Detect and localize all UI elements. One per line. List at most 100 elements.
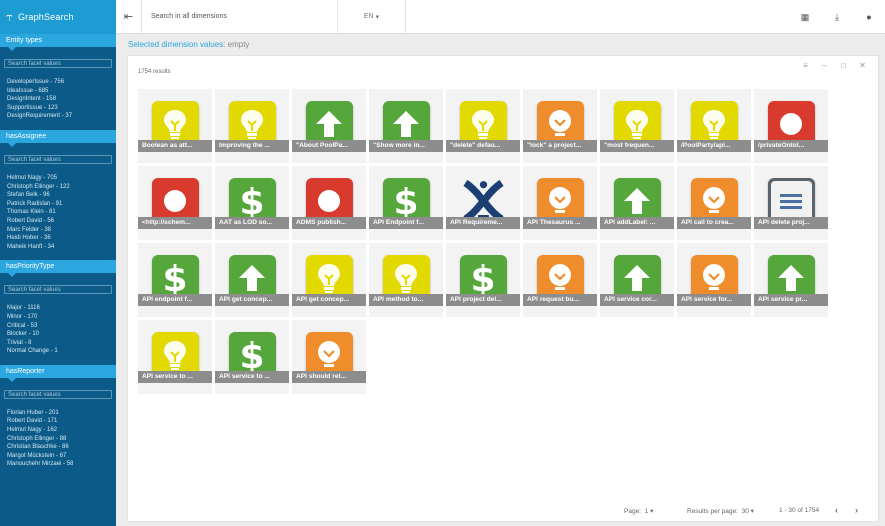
result-item[interactable]: <http://schem... xyxy=(138,166,212,240)
toolbar-icons: ▦ ⤓ ● xyxy=(789,0,885,34)
result-item-label: API get concep... xyxy=(215,294,289,306)
result-item-label: Improving the ... xyxy=(215,140,289,152)
facet-value[interactable]: Christoph Ellinger - 88 xyxy=(7,435,116,444)
result-item-label: <http://schem... xyxy=(138,217,212,229)
panel-controls: ≡ – □ ✕ xyxy=(796,61,872,70)
result-item[interactable]: API get concep... xyxy=(215,243,289,317)
result-item[interactable]: "delete" defau... xyxy=(446,89,520,163)
result-item[interactable]: Boolean as att... xyxy=(138,89,212,163)
facet-header[interactable]: hasPriorityType xyxy=(0,260,116,278)
result-item[interactable]: API service pr... xyxy=(754,243,828,317)
result-item[interactable]: /PoolParty/api... xyxy=(677,89,751,163)
result-item[interactable]: API request bu... xyxy=(523,243,597,317)
chevron-down-icon: ▾ xyxy=(650,508,654,515)
facet-value[interactable]: Florian Huber - 201 xyxy=(7,409,116,418)
facet-value[interactable]: Maheik Hanft - 34 xyxy=(7,243,116,252)
page-label: Page: xyxy=(624,508,641,515)
facet-value[interactable]: Margot Mückstein - 67 xyxy=(7,452,116,461)
facet-value[interactable]: Major - 1116 xyxy=(7,304,116,313)
app-brand[interactable]: ⥾ GraphSearch xyxy=(0,0,116,34)
chevron-down-icon: ▾ xyxy=(375,13,380,21)
result-item[interactable]: $ API endpoint f... xyxy=(138,243,212,317)
facet-value[interactable]: Christian Blaschke - 86 xyxy=(7,443,116,452)
result-item[interactable]: "lock" a project... xyxy=(523,89,597,163)
result-item[interactable]: "Show more in... xyxy=(369,89,443,163)
sidebar-toggle-button[interactable]: ⇤ xyxy=(116,0,142,34)
facet-values: Major - 1116 Minor - 170 Critical - 53 Bloc… xyxy=(0,304,116,356)
result-item[interactable]: API addLabel: ... xyxy=(600,166,674,240)
result-item-label: API service cor... xyxy=(600,294,674,306)
result-item-label: API service to ... xyxy=(215,371,289,383)
result-item[interactable]: Improving the ... xyxy=(215,89,289,163)
top-bar: ⇤ Search in all dimensions EN ▾ ▦ ⤓ ● xyxy=(116,0,885,34)
facet-search-input[interactable]: Search facet values xyxy=(4,285,112,295)
facet-value[interactable]: DeveloperIssue - 756 xyxy=(7,78,116,87)
result-item[interactable]: /privateOntol... xyxy=(754,89,828,163)
result-item[interactable]: API Thesaurus ... xyxy=(523,166,597,240)
facet-search-input[interactable]: Search facet values xyxy=(4,154,112,164)
user-icon[interactable]: ● xyxy=(853,12,885,22)
facet-value[interactable]: Helmut Nagy - 162 xyxy=(7,426,116,435)
results-per-page-select[interactable]: Results per page: 30 ▾ xyxy=(687,507,754,515)
result-item-label: API Endpoint f... xyxy=(369,217,443,229)
facet-value[interactable]: Blocker - 10 xyxy=(7,330,116,339)
download-icon[interactable]: ⤓ xyxy=(821,12,853,23)
menu-icon[interactable]: ≡ xyxy=(796,61,815,70)
language-select[interactable]: EN ▾ xyxy=(338,0,406,34)
close-icon[interactable]: ✕ xyxy=(853,61,872,70)
facet-value[interactable]: Stefan Belk - 96 xyxy=(7,191,116,200)
chevron-down-icon: ▾ xyxy=(750,508,754,515)
grid-view-icon[interactable]: ▦ xyxy=(789,12,821,23)
maximize-icon[interactable]: □ xyxy=(834,61,853,70)
prev-page-button[interactable]: ‹ xyxy=(835,505,838,515)
result-item[interactable]: $ API service to ... xyxy=(215,320,289,394)
result-item[interactable]: $ AAT as LOD so... xyxy=(215,166,289,240)
facet-value[interactable]: Helmut Nagy - 705 xyxy=(7,174,116,183)
minimize-icon[interactable]: – xyxy=(815,61,834,70)
facet-value[interactable]: Patrick Radislan - 91 xyxy=(7,200,116,209)
facet-value[interactable]: Robert David - 171 xyxy=(7,417,116,426)
facet-value[interactable]: DesignRequirement - 37 xyxy=(7,112,116,121)
result-item[interactable]: API service cor... xyxy=(600,243,674,317)
page-select[interactable]: Page: 1 ▾ xyxy=(624,507,653,515)
facet-value[interactable]: Critical - 53 xyxy=(7,322,116,331)
facet-search-input[interactable]: Search facet values xyxy=(4,59,112,68)
search-input[interactable]: Search in all dimensions xyxy=(142,0,338,34)
result-item[interactable]: API get concep... xyxy=(292,243,366,317)
sidebar: ⥾ GraphSearch Entity types Search facet v… xyxy=(0,0,116,526)
facet-value[interactable]: Normal Change - 1 xyxy=(7,347,116,356)
result-item[interactable]: API service for... xyxy=(677,243,751,317)
result-item-label: API method to... xyxy=(369,294,443,306)
result-item-label: API service for... xyxy=(677,294,751,306)
result-item[interactable]: API delete proj... xyxy=(754,166,828,240)
facet-value[interactable]: IdeaIssue - 685 xyxy=(7,87,116,96)
facet-value[interactable]: Minor - 170 xyxy=(7,313,116,322)
facet-value[interactable]: Manouchehr Mirzaei - 58 xyxy=(7,460,116,469)
facet-value[interactable]: Christoph Ellinger - 122 xyxy=(7,183,116,192)
result-item[interactable]: $ API Endpoint f... xyxy=(369,166,443,240)
result-item[interactable]: $ API project del... xyxy=(446,243,520,317)
facet-value[interactable]: DesignIntent - 158 xyxy=(7,95,116,104)
facet-value[interactable]: Robert David - 56 xyxy=(7,217,116,226)
facet-value[interactable]: Thomas Klein - 81 xyxy=(7,208,116,217)
facet-value[interactable]: Marc Felder - 38 xyxy=(7,226,116,235)
svg-text:$: $ xyxy=(239,336,264,374)
result-item[interactable]: API call to crea... xyxy=(677,166,751,240)
facet-header[interactable]: Entity types xyxy=(0,34,116,51)
facet-value[interactable]: Heidi Hober - 36 xyxy=(7,234,116,243)
facet-header[interactable]: hasReporter xyxy=(0,364,116,382)
result-item[interactable]: "most frequen... xyxy=(600,89,674,163)
result-item[interactable]: API Requireme... xyxy=(446,166,520,240)
result-item[interactable]: API should ret... xyxy=(292,320,366,394)
facet-header[interactable]: hasAssignee xyxy=(0,129,116,147)
result-item[interactable]: "About PoolPa... xyxy=(292,89,366,163)
result-item[interactable]: API service to ... xyxy=(138,320,212,394)
facet-value[interactable]: Trivial - 8 xyxy=(7,339,116,348)
next-page-button[interactable]: › xyxy=(855,505,858,515)
facet-search-input[interactable]: Search facet values xyxy=(4,389,112,399)
result-item[interactable]: ADMS publish... xyxy=(292,166,366,240)
facet-value[interactable]: SupportIssue - 123 xyxy=(7,104,116,113)
result-item-label: API service to ... xyxy=(138,371,212,383)
result-item[interactable]: API method to... xyxy=(369,243,443,317)
result-item-label: "About PoolPa... xyxy=(292,140,366,152)
